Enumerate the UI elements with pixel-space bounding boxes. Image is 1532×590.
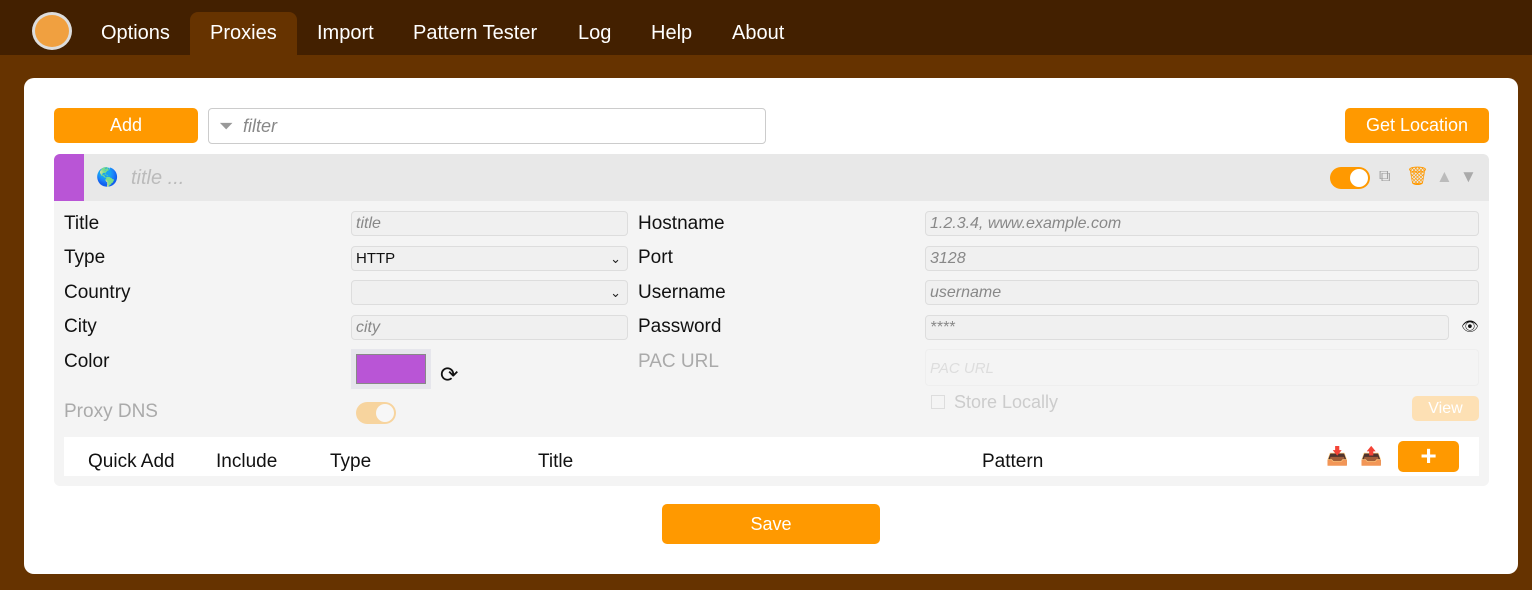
- password-input[interactable]: ****: [925, 315, 1449, 340]
- patterns-header: Quick Add Include Type Title Pattern 📥 📤…: [64, 437, 1479, 476]
- city-input[interactable]: city: [351, 315, 628, 340]
- chevron-down-icon: ⌄: [610, 251, 621, 266]
- tab-help[interactable]: Help: [631, 12, 712, 55]
- refresh-color-icon[interactable]: ⟳: [440, 362, 458, 388]
- city-label: City: [64, 316, 97, 337]
- foxyproxy-logo: [32, 12, 72, 50]
- save-button[interactable]: Save: [662, 504, 880, 544]
- tab-options[interactable]: Options: [81, 12, 190, 55]
- move-down-icon[interactable]: ▼: [1460, 167, 1477, 187]
- username-input[interactable]: username: [925, 280, 1479, 305]
- country-select[interactable]: ⌄: [351, 280, 628, 305]
- show-password-eye-icon[interactable]: 👁: [1461, 318, 1479, 335]
- username-label: Username: [638, 282, 726, 303]
- store-locally-label: Store Locally: [954, 392, 1059, 412]
- get-location-button[interactable]: Get Location: [1345, 108, 1489, 143]
- globe-icon: 🌎: [96, 167, 119, 187]
- add-button[interactable]: Add: [54, 108, 198, 143]
- chevron-down-icon: ⌄: [610, 285, 621, 300]
- color-label: Color: [64, 351, 110, 372]
- type-label: Type: [64, 247, 106, 268]
- quick-add-header: Quick Add: [88, 451, 175, 472]
- country-label: Country: [64, 282, 131, 303]
- title-label: Title: [64, 213, 100, 234]
- proxy-enabled-toggle[interactable]: [1330, 167, 1370, 189]
- tab-pattern-tester[interactable]: Pattern Tester: [393, 12, 557, 55]
- hostname-label: Hostname: [638, 213, 725, 234]
- tab-proxies[interactable]: Proxies: [190, 12, 297, 55]
- pac-url-input[interactable]: PAC URL: [925, 349, 1479, 386]
- add-pattern-button[interactable]: +: [1398, 441, 1459, 472]
- move-up-icon[interactable]: ▲: [1436, 167, 1453, 187]
- tab-log[interactable]: Log: [558, 12, 631, 55]
- port-label: Port: [638, 247, 673, 268]
- export-patterns-icon[interactable]: 📤: [1360, 446, 1382, 467]
- delete-icon[interactable]: 🗑: [1406, 166, 1429, 187]
- title-header: Title: [538, 451, 574, 472]
- type-value: HTTP: [356, 250, 396, 267]
- proxy-header[interactable]: 🌎 title ... ⧉ 🗑 ▲ ▼: [54, 154, 1489, 201]
- type-select[interactable]: HTTP ⌄: [351, 246, 628, 271]
- store-locally-checkbox[interactable]: [931, 395, 945, 409]
- tab-import[interactable]: Import: [297, 12, 394, 55]
- proxy-dns-toggle[interactable]: [356, 402, 396, 424]
- import-patterns-icon[interactable]: 📥: [1326, 446, 1348, 467]
- proxy-title: title ...: [131, 167, 185, 189]
- filter-input[interactable]: ⏷ filter: [208, 108, 766, 144]
- type-header: Type: [330, 451, 372, 472]
- password-label: Password: [638, 316, 722, 337]
- port-input[interactable]: 3128: [925, 246, 1479, 271]
- color-picker[interactable]: [351, 349, 431, 389]
- top-nav: Options Proxies Import Pattern Tester Lo…: [0, 0, 1532, 55]
- proxy-dns-label: Proxy DNS: [64, 401, 158, 422]
- tab-about[interactable]: About: [712, 12, 804, 55]
- pac-url-label: PAC URL: [638, 351, 719, 372]
- view-button[interactable]: View: [1412, 396, 1479, 421]
- pattern-header: Pattern: [982, 451, 1044, 472]
- include-header: Include: [216, 451, 278, 472]
- filter-icon: ⏷: [219, 116, 234, 136]
- proxy-color-strip: [54, 154, 84, 201]
- hostname-input[interactable]: 1.2.3.4, www.example.com: [925, 211, 1479, 236]
- title-input[interactable]: title: [351, 211, 628, 236]
- duplicate-icon[interactable]: ⧉: [1379, 168, 1390, 186]
- filter-placeholder: filter: [243, 116, 278, 136]
